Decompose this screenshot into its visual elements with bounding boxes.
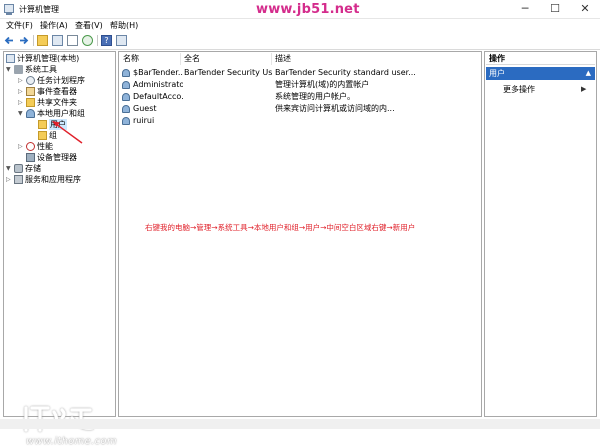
cell-description: 系统管理的用户帐户。 — [275, 92, 355, 101]
tree-label: 设备管理器 — [37, 153, 77, 162]
services-icon — [14, 175, 23, 184]
user-list-pane[interactable]: 名称 全名 描述 $BarTender... BarTender Securit… — [118, 51, 482, 417]
cell-name: Guest — [133, 104, 157, 113]
table-row[interactable]: Guest 供来宾访问计算机或访问域的内... — [120, 103, 480, 115]
device-manager-icon — [26, 153, 35, 162]
table-row[interactable]: $BarTender... BarTender Security User Ba… — [120, 67, 480, 79]
tree-label: 服务和应用程序 — [25, 175, 81, 184]
chevron-right-icon[interactable]: ▷ — [18, 75, 24, 86]
tree-node-device-manager[interactable]: 设备管理器 — [18, 152, 114, 163]
chevron-right-icon[interactable]: ▷ — [6, 174, 12, 185]
tree-label: 任务计划程序 — [37, 76, 85, 85]
up-folder-icon[interactable] — [37, 35, 48, 46]
user-icon — [122, 81, 130, 89]
chevron-down-icon[interactable]: ▼ — [6, 64, 12, 75]
users-group-icon — [26, 109, 35, 118]
refresh-icon[interactable] — [82, 35, 93, 46]
cell-name: DefaultAcco... — [133, 92, 183, 101]
chevron-right-icon[interactable]: ▷ — [18, 86, 24, 97]
chevron-down-icon[interactable]: ▼ — [18, 108, 24, 119]
tree-label: 共享文件夹 — [37, 98, 77, 107]
status-bar — [0, 419, 600, 429]
ithome-url-watermark: www.ithome.com — [26, 436, 117, 447]
cell-description: 管理计算机(域)的内置帐户 — [275, 80, 370, 89]
chevron-down-icon[interactable]: ▼ — [6, 163, 12, 174]
user-icon — [122, 105, 130, 113]
toolbar-separator — [97, 35, 98, 46]
chevron-right-icon[interactable]: ▶ — [581, 84, 586, 95]
user-icon — [122, 69, 130, 77]
tree-node-event-viewer[interactable]: ▷ 事件查看器 — [18, 86, 114, 97]
maximize-button[interactable]: ☐ — [540, 0, 570, 18]
menu-bar: 文件(F) 操作(A) 查看(V) 帮助(H) — [0, 19, 600, 31]
close-button[interactable]: ✕ — [570, 0, 600, 18]
more-actions-item[interactable]: 更多操作 — [503, 84, 535, 95]
user-icon — [122, 117, 130, 125]
computer-icon — [6, 54, 15, 63]
performance-icon — [26, 142, 35, 151]
tree-node-storage[interactable]: ▼ 存储 — [6, 163, 114, 174]
actions-section-users[interactable]: 用户 ▲ — [486, 67, 595, 80]
tree-node-computer-management[interactable]: 计算机管理(本地) — [6, 53, 114, 64]
actions-header: 操作 — [486, 53, 595, 65]
show-hide-tree-icon[interactable] — [52, 35, 63, 46]
folder-icon — [38, 120, 47, 129]
menu-action[interactable]: 操作(A) — [40, 20, 68, 31]
tree-node-performance[interactable]: ▷ 性能 — [18, 141, 114, 152]
cell-description: 供来宾访问计算机或访问域的内... — [275, 104, 395, 113]
cell-name: ruirui — [133, 116, 155, 125]
clock-icon — [26, 76, 35, 85]
chevron-right-icon[interactable]: ▷ — [18, 97, 24, 108]
column-header-name[interactable]: 名称 — [120, 53, 181, 65]
tree-label: 计算机管理(本地) — [17, 54, 80, 63]
chevron-right-icon[interactable]: ▷ — [18, 141, 24, 152]
cell-name: $BarTender... — [133, 68, 183, 77]
shared-folder-icon — [26, 98, 35, 107]
tree-label: 事件查看器 — [37, 87, 77, 96]
menu-file[interactable]: 文件(F) — [6, 20, 33, 31]
site-watermark: www.jb51.net — [256, 2, 360, 17]
column-header-fullname[interactable]: 全名 — [181, 53, 272, 65]
toolbar-separator — [33, 35, 34, 46]
actions-section-label: 用户 — [489, 69, 505, 78]
computer-management-icon — [4, 4, 14, 15]
instruction-annotation: 右键我的电脑→管理→系统工具→本地用户和组→用户→中间空白区域右键→新用户 — [145, 223, 416, 232]
tree-label: 性能 — [37, 142, 53, 151]
folder-icon — [38, 131, 47, 140]
tree-node-shared-folders[interactable]: ▷ 共享文件夹 — [18, 97, 114, 108]
actions-pane: 操作 用户 ▲ 更多操作 ▶ — [484, 51, 597, 417]
chevron-up-icon[interactable]: ▲ — [586, 67, 591, 80]
window-title: 计算机管理 — [19, 5, 59, 14]
tools-icon — [14, 65, 23, 74]
tree-label: 存储 — [25, 164, 41, 173]
title-bar: 计算机管理 www.jb51.net ─ ☐ ✕ — [0, 0, 600, 19]
user-icon — [122, 93, 130, 101]
storage-icon — [14, 164, 23, 173]
event-log-icon — [26, 87, 35, 96]
forward-arrow-icon[interactable] — [18, 35, 29, 46]
console-tree: 计算机管理(本地) ▼ 系统工具 ▷ 任务计划程序 ▷ 事件查看器 ▷ 共享文件… — [3, 51, 117, 447]
menu-help[interactable]: 帮助(H) — [110, 20, 138, 31]
tree-label: 系统工具 — [25, 65, 57, 74]
properties-icon[interactable] — [67, 35, 78, 46]
back-arrow-icon[interactable] — [4, 35, 15, 46]
tree-node-services-apps[interactable]: ▷ 服务和应用程序 — [6, 174, 114, 185]
help-icon[interactable]: ? — [101, 35, 112, 46]
table-row[interactable]: DefaultAcco... 系统管理的用户帐户。 — [120, 91, 480, 103]
toolbar: ? — [0, 32, 600, 50]
cell-description: BarTender Security standard user... — [275, 68, 416, 77]
column-header-description[interactable]: 描述 — [272, 53, 480, 65]
menu-view[interactable]: 查看(V) — [75, 20, 103, 31]
minimize-button[interactable]: ─ — [510, 0, 540, 18]
cell-fullname: BarTender Security User — [184, 68, 272, 77]
tree-node-task-scheduler[interactable]: ▷ 任务计划程序 — [18, 75, 114, 86]
table-row[interactable]: ruirui — [120, 115, 480, 127]
table-row[interactable]: Administrator 管理计算机(域)的内置帐户 — [120, 79, 480, 91]
tree-node-system-tools[interactable]: ▼ 系统工具 — [6, 64, 114, 75]
cell-name: Administrator — [133, 80, 183, 89]
show-action-pane-icon[interactable] — [116, 35, 127, 46]
